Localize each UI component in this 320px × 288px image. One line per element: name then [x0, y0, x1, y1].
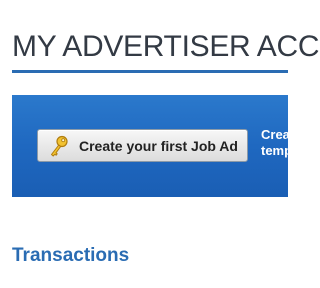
job-ad-banner: Create your first Job Ad Creat templ	[12, 95, 296, 197]
banner-side-text[interactable]: Creat templ	[261, 127, 296, 159]
banner-side-text-line2: templ	[261, 143, 296, 158]
title-divider	[12, 70, 288, 73]
create-job-ad-label: Create your first Job Ad	[79, 138, 238, 154]
key-icon	[49, 135, 69, 157]
banner-side-text-line1: Creat	[261, 127, 295, 142]
create-job-ad-button[interactable]: Create your first Job Ad	[37, 129, 248, 162]
page-title: MY ADVERTISER ACC	[12, 30, 320, 63]
transactions-heading: Transactions	[12, 245, 130, 266]
